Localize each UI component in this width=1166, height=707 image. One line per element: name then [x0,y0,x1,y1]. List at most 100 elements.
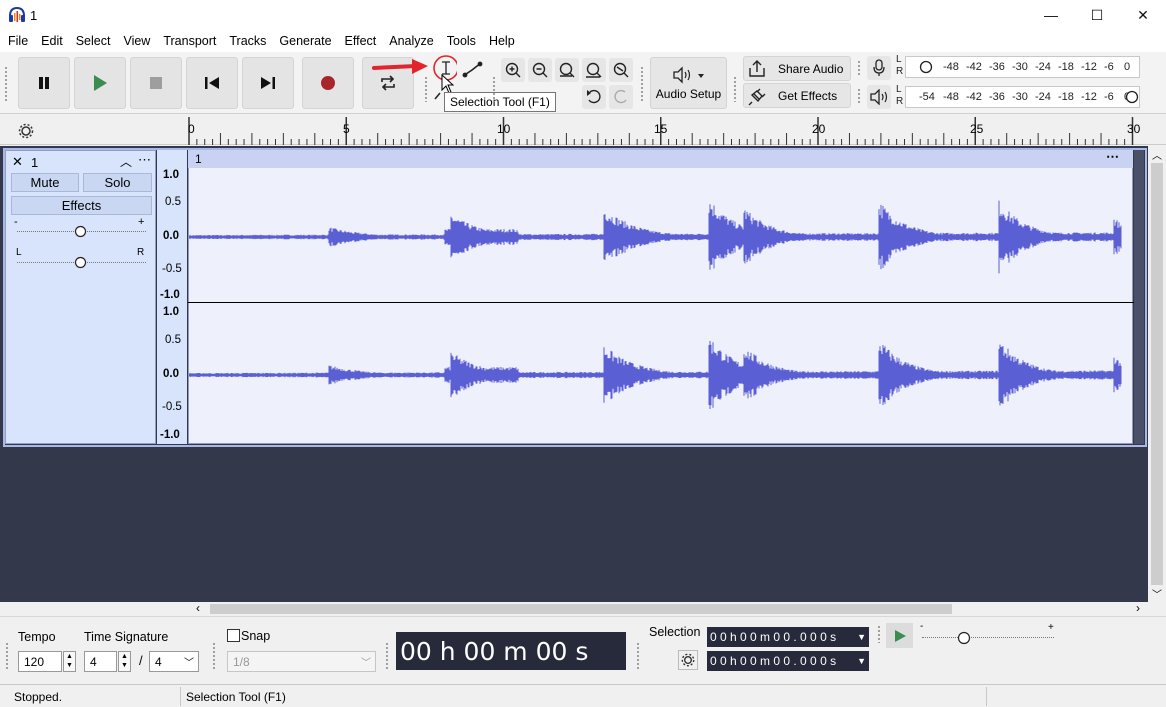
clip-name[interactable]: 1 [195,152,202,166]
scroll-right-icon[interactable]: › [1136,601,1140,615]
audacity-logo-icon [9,7,25,22]
redo-icon [614,89,627,104]
menu-file[interactable]: File [8,34,28,48]
solo-button[interactable]: Solo [83,173,152,192]
undo-button[interactable] [582,85,606,109]
minimize-button[interactable]: — [1028,0,1074,30]
vertical-scrollbar[interactable]: ︿ ﹀ [1148,146,1166,602]
close-track-icon[interactable]: ✕ [12,154,23,170]
tempo-input[interactable]: 120 [18,651,62,672]
selection-end-field[interactable]: 0 0 h 0 0 m 0 0 . 0 0 0 s ▼ [707,651,869,671]
effects-button[interactable]: Effects [11,196,152,215]
ruler-label-30: 30 [1127,122,1141,136]
track-name[interactable]: 1 [31,155,38,170]
gear-icon [681,653,695,667]
menu-effect[interactable]: Effect [345,34,377,48]
collapse-icon[interactable]: ︿ [120,153,132,170]
audio-setup-grip[interactable] [640,66,644,102]
selection-options-button[interactable] [678,650,698,670]
speed-slider-knob[interactable] [957,631,971,645]
recording-meter[interactable]: L R -48 -42 -36 -30 -24 -18 -12 -6 0 [896,54,1140,78]
audio-setup-button[interactable]: Audio Setup [650,57,727,109]
waveform-clip[interactable] [188,150,1133,444]
playback-meter-button[interactable] [867,85,891,109]
play-meter-grip[interactable] [857,88,861,104]
time-display[interactable]: 00 h 00 m 00 s [396,632,626,670]
playback-meter[interactable]: L R -54 -48 -42 -36 -30 -24 -18 -12 -6 0 [896,84,1140,108]
vertical-scroll-thumb[interactable] [1151,163,1163,585]
get-effects-button[interactable]: Get Effects [743,83,851,108]
numerator-spinner[interactable]: ▲ ▼ [118,651,131,672]
zoom-in-button[interactable] [501,58,525,82]
snap-to-select[interactable]: 1/8 ﹀ [227,651,376,672]
fit-selection-button[interactable] [555,58,579,82]
toolbar-grip[interactable] [4,66,8,102]
menu-generate[interactable]: Generate [279,34,331,48]
menu-tools[interactable]: Tools [447,34,476,48]
menu-transport[interactable]: Transport [163,34,216,48]
record-button[interactable] [302,57,354,109]
play-button[interactable] [74,57,126,109]
meter-slider-knob[interactable] [919,60,933,74]
dropdown-arrow-icon: ▼ [857,632,866,642]
timeline-options-button[interactable] [14,120,38,142]
scroll-down-icon[interactable]: ﹀ [1152,586,1162,601]
snap-grip[interactable] [212,642,216,670]
pan-slider-knob[interactable] [74,256,87,269]
fit-project-button[interactable] [582,58,606,82]
track-control-panel[interactable]: ✕ 1 ︿ ⋯ Mute Solo Effects - + L R [5,150,156,444]
tools-grip[interactable] [424,76,428,102]
dropdown-arrow-icon: ▼ [857,656,866,666]
redo-button[interactable] [609,85,633,109]
time-signature-denominator[interactable]: 4 ﹀ [149,651,199,672]
menu-select[interactable]: Select [76,34,111,48]
clip-header[interactable]: 1 ⋯ [188,149,1133,168]
record-meter-button[interactable] [867,56,891,80]
time-signature-numerator[interactable]: 4 [84,651,117,672]
play-at-speed-button[interactable] [886,623,913,648]
maximize-button[interactable]: ☐ [1074,0,1120,30]
time-grip[interactable] [385,642,389,670]
horizontal-scroll-thumb[interactable] [210,604,952,614]
horizontal-scrollbar[interactable]: ‹ › [190,601,1148,616]
selection-grip[interactable] [636,642,640,670]
vertical-scale[interactable]: 1.0 0.5 0.0 -0.5 -1.0 1.0 0.5 0.0 -0.5 -… [157,150,187,444]
envelope-tool-button[interactable] [460,58,484,82]
share-grip[interactable] [733,76,737,102]
menu-help[interactable]: Help [489,34,515,48]
zoom-toggle-icon [613,62,629,78]
snap-label: Snap [241,629,271,643]
scroll-left-icon[interactable]: ‹ [196,601,200,615]
play-at-speed-grip[interactable] [877,625,881,643]
track-menu-icon[interactable]: ⋯ [138,152,151,168]
ruler-label-5: 5 [343,122,350,136]
stop-icon [150,77,162,89]
skip-to-start-button[interactable] [186,57,238,109]
share-audio-button[interactable]: Share Audio [743,56,851,81]
clip-menu-icon[interactable]: ⋯ [1106,149,1119,165]
time-signature-grip[interactable] [5,642,9,670]
playback-slider-knob[interactable] [1125,90,1139,104]
timeline-ruler[interactable]: 0 5 10 15 20 25 30 [0,115,1166,145]
skip-to-end-button[interactable] [242,57,294,109]
tempo-spinner[interactable]: ▲ ▼ [63,651,76,672]
scroll-up-icon[interactable]: ︿ [1152,147,1162,162]
menu-analyze[interactable]: Analyze [389,34,433,48]
snap-checkbox[interactable] [227,629,240,642]
rec-meter-grip[interactable] [857,60,861,76]
zoom-in-icon [505,62,521,78]
pause-button[interactable] [18,57,70,109]
selection-start-field[interactable]: 0 0 h 0 0 m 0 0 . 0 0 0 s ▼ [707,627,869,647]
menu-view[interactable]: View [123,34,150,48]
close-button[interactable]: ✕ [1120,0,1166,30]
speed-slider-track [922,637,1054,638]
zoom-toggle-button[interactable] [609,58,633,82]
stop-button[interactable] [130,57,182,109]
edit-grip[interactable] [492,76,496,102]
zoom-out-button[interactable] [528,58,552,82]
menu-tracks[interactable]: Tracks [229,34,266,48]
gain-slider-knob[interactable] [74,225,87,238]
gear-icon [18,123,34,139]
menu-edit[interactable]: Edit [41,34,63,48]
mute-button[interactable]: Mute [11,173,79,192]
